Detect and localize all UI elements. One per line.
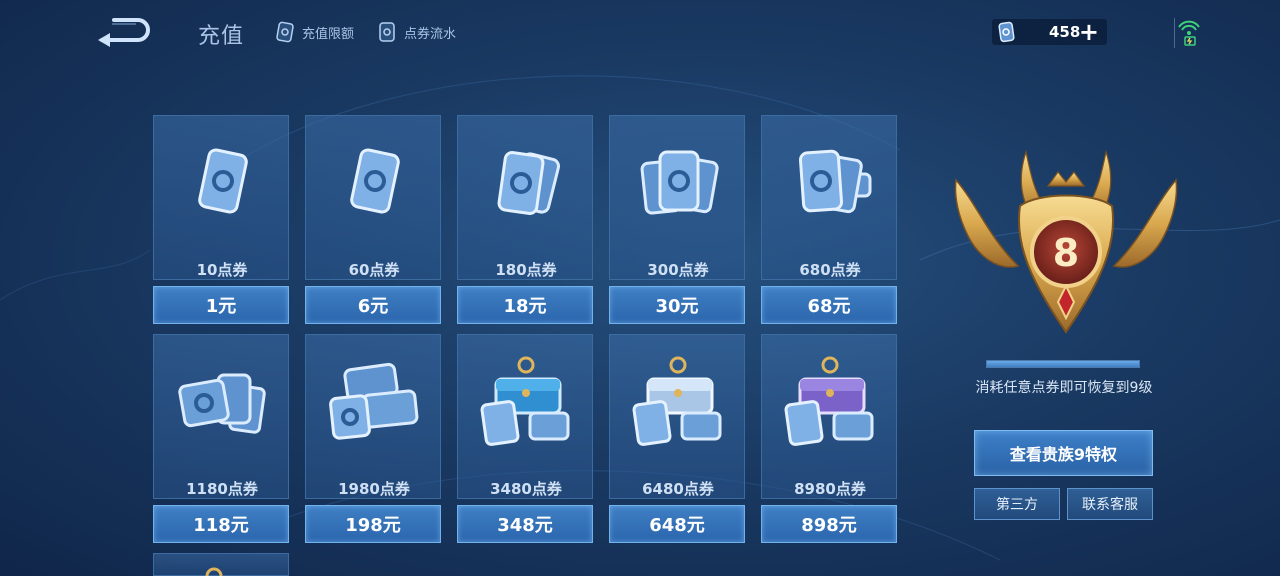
buy-button-898[interactable]: 898元 bbox=[761, 505, 897, 543]
noble-level-number: 8 bbox=[1053, 231, 1079, 275]
package-tile-10[interactable]: 10点券 bbox=[153, 115, 289, 280]
voucher-card-stack-icon bbox=[329, 362, 419, 440]
buy-button-348[interactable]: 348元 bbox=[457, 505, 593, 543]
recharge-limit-link[interactable]: 充值限额 bbox=[274, 20, 354, 44]
package-amount: 1980点券 bbox=[338, 480, 410, 498]
noble-level-emblem: 8 bbox=[954, 149, 1178, 334]
buy-button-648[interactable]: 648元 bbox=[609, 505, 745, 543]
package-amount: 1180点券 bbox=[186, 480, 258, 498]
gold-ring-icon bbox=[205, 567, 223, 576]
voucher-balance: 458 + bbox=[992, 19, 1107, 45]
buy-button-6[interactable]: 6元 bbox=[305, 286, 441, 324]
two-voucher-cards-icon bbox=[497, 151, 561, 215]
package-amount: 300点券 bbox=[647, 261, 709, 279]
package-amount: 60点券 bbox=[348, 261, 400, 279]
package-amount: 8980点券 bbox=[794, 480, 866, 498]
buy-button-118[interactable]: 118元 bbox=[153, 505, 289, 543]
package-tile-680[interactable]: 680点券 bbox=[761, 115, 897, 280]
third-party-button[interactable]: 第三方 bbox=[974, 488, 1060, 520]
package-tile-1180[interactable]: 1180点券 bbox=[153, 334, 289, 499]
voucher-flow-icon bbox=[379, 22, 395, 42]
package-tile-300[interactable]: 300点券 bbox=[609, 115, 745, 280]
page-title: 充值 bbox=[198, 24, 245, 49]
status-indicators bbox=[1174, 18, 1204, 48]
back-button[interactable] bbox=[92, 14, 154, 50]
noble-progress-fill bbox=[987, 361, 1139, 367]
package-amount: 680点券 bbox=[799, 261, 861, 279]
recharge-limit-label: 充值限额 bbox=[302, 26, 355, 42]
package-tile-1980[interactable]: 1980点券 bbox=[305, 334, 441, 499]
customer-service-button[interactable]: 联系客服 bbox=[1067, 488, 1153, 520]
package-tile-partial[interactable] bbox=[153, 553, 289, 576]
buy-button-18[interactable]: 18元 bbox=[457, 286, 593, 324]
purple-treasure-chest-icon bbox=[784, 356, 874, 446]
voucher-card-pile-icon bbox=[178, 373, 266, 434]
package-tile-3480[interactable]: 3480点券 bbox=[457, 334, 593, 499]
package-amount: 180点券 bbox=[495, 261, 557, 279]
package-amount: 6480点券 bbox=[642, 480, 714, 498]
package-amount: 10点券 bbox=[196, 261, 248, 279]
buy-button-1[interactable]: 1元 bbox=[153, 286, 289, 324]
voucher-coin-icon bbox=[998, 21, 1015, 43]
voucher-flow-label: 点券流水 bbox=[404, 26, 457, 42]
three-voucher-cards-icon bbox=[640, 150, 719, 215]
package-tile-180[interactable]: 180点券 bbox=[457, 115, 593, 280]
silver-treasure-chest-icon bbox=[632, 356, 722, 446]
add-voucher-button[interactable]: + bbox=[1079, 20, 1099, 44]
top-bar: 充值 充值限额 点券流水 458 + bbox=[0, 0, 1280, 66]
voucher-flow-link[interactable]: 点券流水 bbox=[376, 20, 456, 44]
voucher-card-icon bbox=[276, 21, 294, 43]
package-tile-6480[interactable]: 6480点券 bbox=[609, 334, 745, 499]
package-tile-60[interactable]: 60点券 bbox=[305, 115, 441, 280]
blue-treasure-chest-icon bbox=[480, 356, 570, 446]
battery-icon bbox=[1184, 36, 1196, 46]
buy-button-30[interactable]: 30元 bbox=[609, 286, 745, 324]
package-tile-8980[interactable]: 8980点券 bbox=[761, 334, 897, 499]
voucher-card-fan-icon bbox=[798, 149, 872, 214]
noble-restore-note: 消耗任意点券即可恢复到9级 bbox=[975, 380, 1153, 396]
buy-button-68[interactable]: 68元 bbox=[761, 286, 897, 324]
voucher-amount: 458 bbox=[1049, 23, 1081, 41]
back-arrow-icon bbox=[98, 18, 150, 47]
view-noble-privilege-button[interactable]: 查看贵族9特权 bbox=[974, 430, 1153, 476]
package-amount: 3480点券 bbox=[490, 480, 562, 498]
single-voucher-card-icon bbox=[198, 148, 248, 214]
single-voucher-card-icon bbox=[350, 148, 400, 214]
noble-progress-bar bbox=[986, 360, 1140, 368]
buy-button-198[interactable]: 198元 bbox=[305, 505, 441, 543]
